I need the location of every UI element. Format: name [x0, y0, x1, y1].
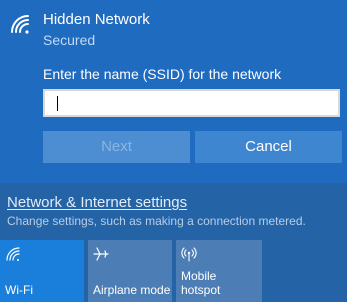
airplane-icon: [93, 247, 109, 261]
mobile-hotspot-tile[interactable]: Mobile hotspot: [176, 240, 262, 302]
wifi-tile-label: Wi-Fi: [5, 283, 33, 297]
hidden-network-panel: Hidden Network Secured Enter the name (S…: [0, 0, 347, 183]
ssid-prompt: Enter the name (SSID) for the network: [43, 66, 282, 82]
wifi-icon: [6, 247, 20, 261]
airplane-tile-label: Airplane mode: [93, 283, 171, 297]
network-name: Hidden Network: [43, 11, 150, 28]
network-flyout: Hidden Network Secured Enter the name (S…: [0, 0, 347, 302]
hotspot-tile-label: Mobile hotspot: [181, 269, 221, 297]
wifi-tile[interactable]: Wi-Fi: [0, 240, 84, 302]
text-caret: [57, 96, 58, 111]
wifi-icon: [11, 15, 29, 34]
settings-description: Change settings, such as making a connec…: [7, 214, 306, 228]
next-button[interactable]: Next: [43, 131, 190, 163]
airplane-mode-tile[interactable]: Airplane mode: [88, 240, 172, 302]
ssid-input[interactable]: [43, 89, 340, 117]
cancel-button[interactable]: Cancel: [195, 131, 342, 163]
network-status: Secured: [43, 32, 96, 48]
network-settings-link[interactable]: Network & Internet settings: [7, 194, 187, 211]
hotspot-icon: [181, 247, 197, 262]
